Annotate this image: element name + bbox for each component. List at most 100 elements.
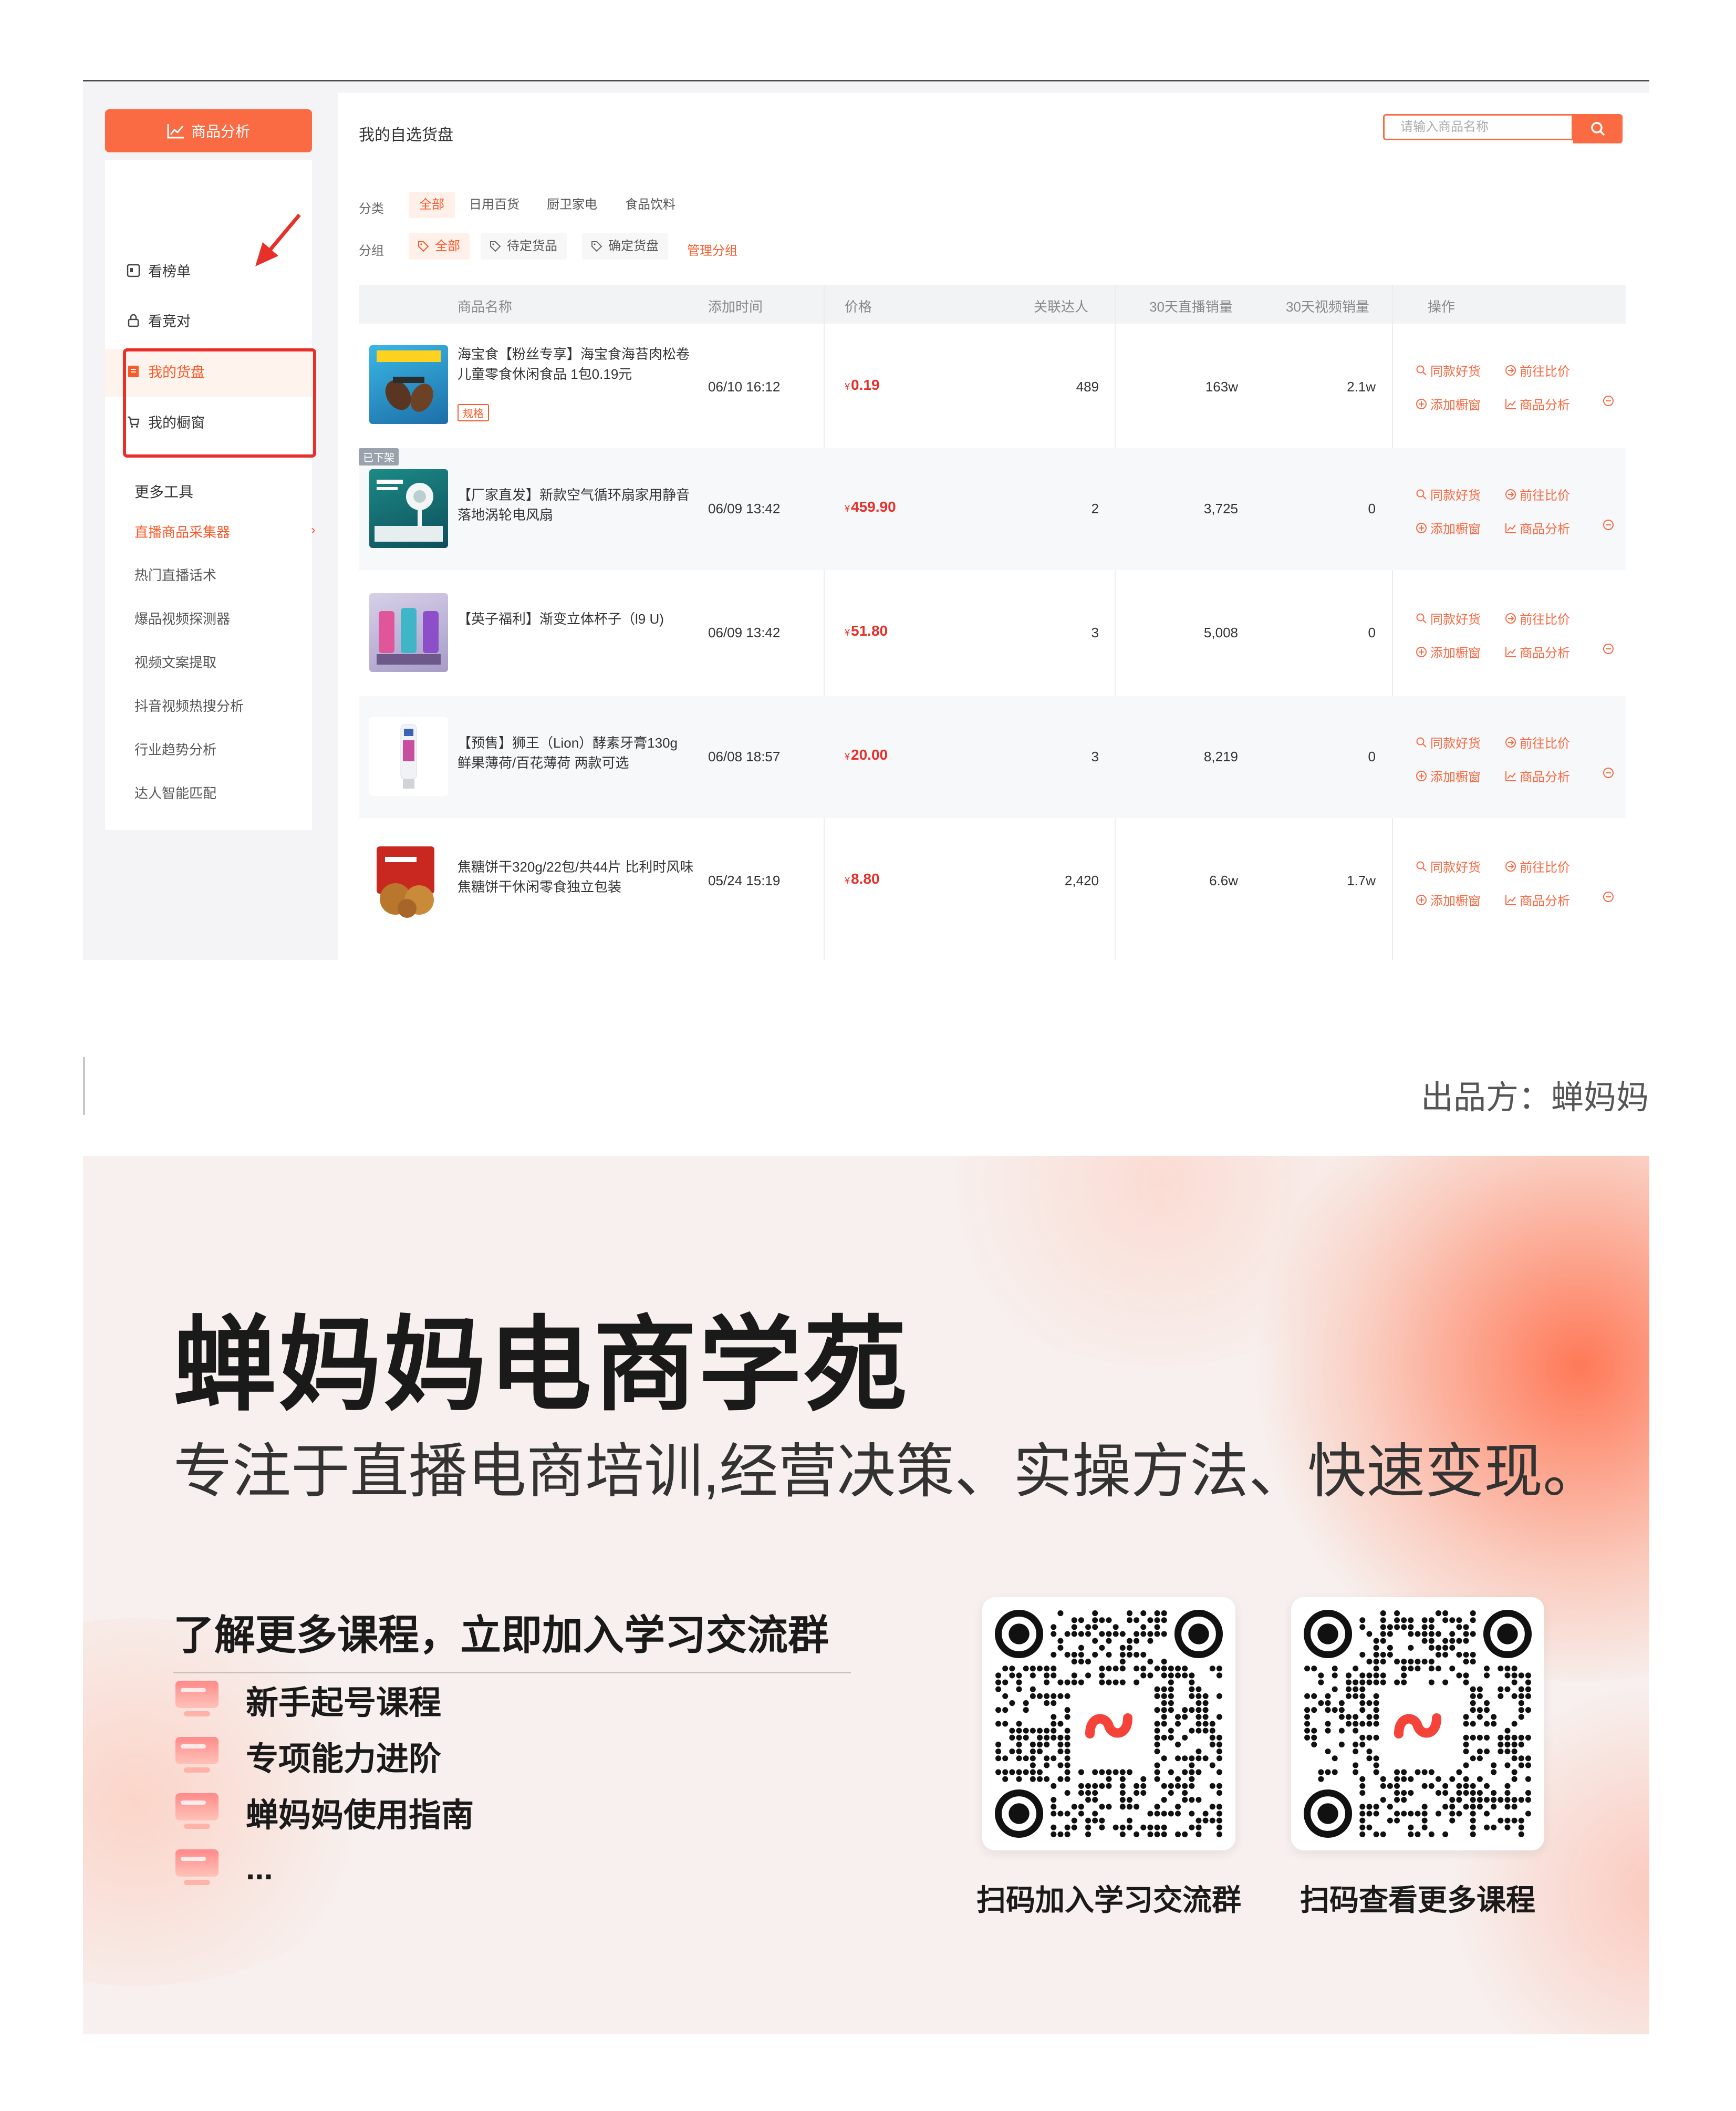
category-chip-kitchen[interactable]: 厨卫家电	[536, 192, 608, 218]
add-time: 05/24 15:19	[708, 873, 781, 888]
table-row[interactable]: 已下架 【厂家直发】新款空气循环扇家用静音落地涡轮电风扇 06/09 13:42…	[359, 448, 1626, 570]
product-name[interactable]: 【英子福利】渐变立体杯子（l9 U)	[458, 609, 694, 629]
same-product-link[interactable]: 同款好货	[1416, 361, 1481, 379]
tag-icon	[490, 241, 501, 252]
action-label: 同款好货	[1430, 737, 1481, 751]
add-window-link[interactable]: 添加橱窗	[1416, 767, 1481, 785]
course-item: 新手起号课程	[173, 1676, 441, 1723]
product-thumbnail[interactable]	[369, 345, 448, 424]
group-chip-confirmed[interactable]: 确定货盘	[582, 233, 668, 260]
tool-copy-extract[interactable]: 视频文案提取	[134, 652, 216, 671]
group-chip-pending[interactable]: 待定货品	[481, 233, 567, 260]
product-analysis-link[interactable]: 商品分析	[1505, 643, 1570, 661]
column-header[interactable]: 关联达人	[1034, 296, 1088, 316]
video-sales: 0	[1368, 749, 1376, 764]
product-name[interactable]: 【厂家直发】新款空气循环扇家用静音落地涡轮电风扇	[458, 485, 694, 525]
column-header[interactable]: 30天直播销量	[1149, 296, 1233, 316]
compare-price-link[interactable]: 前往比价	[1505, 361, 1570, 379]
product-name[interactable]: 焦糖饼干320g/22包/共44片 比利时风味焦糖饼干休闲零食独立包装	[458, 857, 694, 897]
remove-button[interactable]	[1602, 395, 1615, 407]
video-sales: 2.1w	[1347, 379, 1376, 395]
category-chip-all[interactable]: 全部	[409, 192, 455, 218]
compare-price-link[interactable]: 前往比价	[1505, 485, 1570, 503]
live-sales: 6.6w	[1209, 873, 1238, 888]
column-header[interactable]: 商品名称	[458, 296, 512, 316]
banner-title: 蝉妈妈电商学苑	[173, 1308, 909, 1423]
group-label: 分组	[359, 244, 384, 258]
compare-price-link[interactable]: 前往比价	[1505, 857, 1570, 875]
search-icon	[1416, 737, 1427, 748]
monitor-icon	[175, 1793, 219, 1829]
product-analysis-button[interactable]: 商品分析	[105, 109, 312, 152]
tag-icon	[418, 241, 429, 252]
add-window-link[interactable]: 添加橱窗	[1416, 891, 1481, 909]
monitor-icon	[175, 1849, 219, 1885]
product-analysis-link[interactable]: 商品分析	[1505, 767, 1570, 785]
group-chip-all[interactable]: 全部	[409, 233, 470, 260]
product-thumbnail[interactable]	[369, 841, 448, 920]
same-product-link[interactable]: 同款好货	[1416, 609, 1481, 627]
minus-circle-icon	[1603, 520, 1614, 530]
remove-button[interactable]	[1602, 767, 1615, 779]
sidebar-item-competitors[interactable]: 看竞对	[126, 310, 191, 330]
table-row[interactable]: 海宝食【粉丝专享】海宝食海苔肉松卷儿童零食休闲食品 1包0.19元 规格 06/…	[359, 324, 1626, 446]
table-row[interactable]: 焦糖饼干320g/22包/共44片 比利时风味焦糖饼干休闲零食独立包装 05/2…	[359, 820, 1626, 942]
spec-badge[interactable]: 规格	[458, 404, 489, 421]
compare-price-link[interactable]: 前往比价	[1505, 609, 1570, 627]
product-thumbnail[interactable]	[369, 593, 448, 672]
influencer-count: 489	[1076, 379, 1099, 395]
price-value: 51.80	[851, 623, 888, 639]
manage-groups-link[interactable]: 管理分组	[687, 240, 737, 258]
table-row[interactable]: 【英子福利】渐变立体杯子（l9 U) 06/09 13:42 ¥51.80 3 …	[359, 572, 1626, 694]
add-window-link[interactable]: 添加橱窗	[1416, 395, 1481, 413]
remove-button[interactable]	[1602, 891, 1615, 903]
add-window-link[interactable]: 添加橱窗	[1416, 643, 1481, 661]
plus-circle-icon	[1416, 646, 1427, 657]
add-window-link[interactable]: 添加橱窗	[1416, 519, 1481, 537]
qr-code-courses[interactable]	[1291, 1597, 1544, 1850]
producer-credit: 出品方：蝉妈妈	[1420, 1080, 1649, 1116]
compare-price-link[interactable]: 前往比价	[1505, 733, 1570, 751]
search-button[interactable]	[1573, 114, 1623, 143]
category-chip-food[interactable]: 食品饮料	[615, 192, 686, 218]
tool-hot-search[interactable]: 抖音视频热搜分析	[134, 696, 244, 715]
tag-icon	[591, 241, 602, 252]
product-price: ¥51.80	[845, 623, 888, 639]
tool-industry-trend[interactable]: 行业趋势分析	[134, 739, 216, 759]
table-row[interactable]: 【预售】狮王（Lion）酵素牙膏130g 鲜果薄荷/百花薄荷 两款可选 06/0…	[359, 696, 1626, 818]
product-name[interactable]: 【预售】狮王（Lion）酵素牙膏130g 鲜果薄荷/百花薄荷 两款可选	[458, 733, 694, 773]
remove-button[interactable]	[1602, 519, 1615, 531]
product-analysis-label: 商品分析	[191, 123, 250, 140]
product-analysis-link[interactable]: 商品分析	[1505, 519, 1570, 537]
live-sales: 8,219	[1203, 749, 1238, 764]
minus-circle-icon	[1603, 892, 1614, 902]
category-chip-daily[interactable]: 日用百货	[459, 192, 530, 218]
same-product-link[interactable]: 同款好货	[1416, 485, 1481, 503]
same-product-link[interactable]: 同款好货	[1416, 733, 1481, 751]
column-header: 操作	[1428, 299, 1456, 315]
same-product-link[interactable]: 同款好货	[1416, 857, 1481, 875]
search-input[interactable]: 请输入商品名称	[1383, 114, 1573, 140]
sidebar-item-leaderboard[interactable]: 看榜单	[126, 260, 191, 281]
action-label: 添加橱窗	[1430, 398, 1481, 412]
product-name[interactable]: 海宝食【粉丝专享】海宝食海苔肉松卷儿童零食休闲食品 1包0.19元	[458, 344, 694, 384]
qr-code-study-group[interactable]	[982, 1597, 1235, 1850]
action-label: 添加橱窗	[1430, 770, 1481, 784]
column-header[interactable]: 添加时间	[708, 296, 763, 316]
remove-button[interactable]	[1602, 643, 1615, 655]
tool-live-scripts[interactable]: 热门直播话术	[134, 565, 216, 584]
banner-subtitle: 专注于直播电商培训,经营决策、实操方法、快速变现。	[173, 1439, 1602, 1504]
price-value: 8.80	[851, 871, 880, 887]
action-label: 前往比价	[1520, 489, 1570, 503]
line-chart-icon	[1505, 771, 1516, 781]
product-analysis-link[interactable]: 商品分析	[1505, 891, 1570, 909]
product-thumbnail[interactable]	[369, 469, 448, 548]
tool-live-collector[interactable]: 直播商品采集器	[134, 522, 230, 541]
product-thumbnail[interactable]	[369, 717, 448, 796]
tool-influencer-match[interactable]: 达人智能匹配	[134, 783, 216, 802]
category-label: 分类	[359, 202, 384, 216]
tool-video-detector[interactable]: 爆品视频探测器	[134, 608, 230, 628]
page-title: 我的自选货盘	[359, 127, 453, 144]
column-header[interactable]: 价格	[845, 296, 872, 316]
product-analysis-link[interactable]: 商品分析	[1505, 395, 1570, 413]
